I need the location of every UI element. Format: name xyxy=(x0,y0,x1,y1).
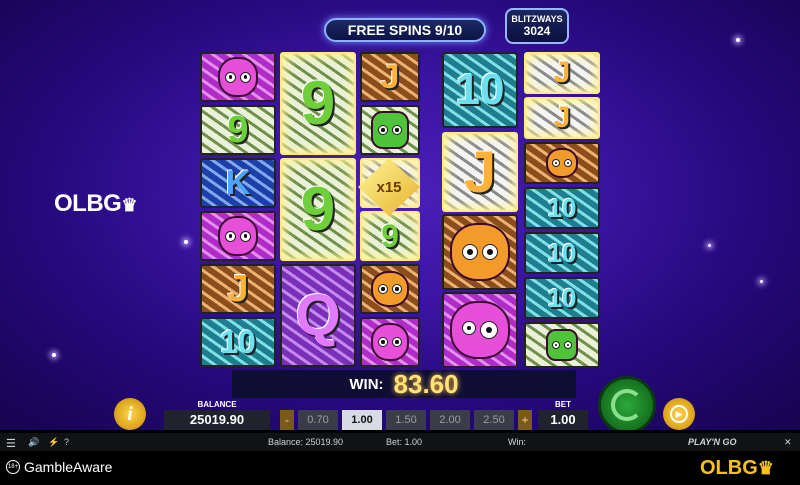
spin-icon xyxy=(611,389,643,421)
sound-icon[interactable]: 🔊 xyxy=(28,437,39,448)
symbol-jack: J xyxy=(524,52,600,94)
turbo-icon[interactable]: ⚡ xyxy=(48,437,59,448)
status-win: Win: xyxy=(508,437,526,447)
symbol-orange-monster xyxy=(524,142,600,184)
symbol-label: 9 xyxy=(300,69,336,138)
crown-icon: ♛ xyxy=(121,195,137,215)
bet-option[interactable]: 1.50 xyxy=(386,410,426,430)
symbol-jack: J xyxy=(524,97,600,139)
bet-increase-button[interactable]: + xyxy=(518,410,532,430)
symbol-label: 10 xyxy=(220,323,256,360)
symbol-orange-monster xyxy=(360,264,420,314)
symbol-orange-monster-large xyxy=(442,214,518,290)
symbol-label: K xyxy=(225,163,251,202)
bet-value: 1.00 xyxy=(538,410,588,430)
menu-icon[interactable]: ☰ xyxy=(6,437,16,450)
symbol-ten: 10 xyxy=(524,277,600,319)
blitzways-label: BLITZWAYS xyxy=(511,14,563,24)
symbol-label: 10 xyxy=(455,65,505,114)
blitzways-value: 3024 xyxy=(523,24,551,38)
win-label: WIN: xyxy=(349,375,384,393)
balance-value: 25019.90 xyxy=(164,410,270,430)
olbg-logo-text: OLBG xyxy=(700,457,758,479)
symbol-ten: 10 xyxy=(524,187,600,229)
bet-decrease-button[interactable]: - xyxy=(280,410,294,430)
star-sparkle xyxy=(184,240,188,244)
symbol-label: 9 xyxy=(300,175,336,244)
symbol-label: 9 xyxy=(227,108,249,151)
win-display: WIN: 83.60 xyxy=(232,368,576,399)
autoplay-button[interactable]: ▶ xyxy=(663,398,695,430)
olbg-logo: OLBG♛ xyxy=(700,457,774,480)
balance-label: BALANCE xyxy=(197,400,237,409)
symbol-pink-monster xyxy=(360,317,420,367)
status-balance: Balance: 25019.90 xyxy=(268,437,344,447)
close-icon[interactable]: ✕ xyxy=(784,437,792,448)
status-bet: Bet: 1.00 xyxy=(386,437,423,447)
symbol-nine: 9 xyxy=(200,105,276,155)
multiplier-value: x15 xyxy=(376,178,402,196)
symbol-label: J xyxy=(227,267,249,310)
symbol-pink-monster-large xyxy=(442,292,518,368)
symbol-label: Q xyxy=(295,283,341,348)
star-sparkle xyxy=(736,38,740,42)
provider-logo: PLAY'N GO xyxy=(688,437,737,447)
free-spins-counter: FREE SPINS 9/10 xyxy=(324,18,486,42)
bet-option[interactable]: 0.70 xyxy=(298,410,338,430)
symbol-nine-large: 9 xyxy=(280,158,356,261)
symbol-queen-large: Q xyxy=(280,264,356,367)
play-icon: ▶ xyxy=(670,405,688,423)
gambleaware-text: GambleAware xyxy=(24,459,113,475)
bet-option[interactable]: 2.50 xyxy=(474,410,514,430)
symbol-ten: 10 xyxy=(200,317,276,367)
symbol-label: 9 xyxy=(381,217,399,254)
symbol-label: J xyxy=(463,139,497,205)
bet-label: BET xyxy=(555,400,571,409)
olbg-watermark: OLBG♛ xyxy=(54,190,137,218)
symbol-label: J xyxy=(553,101,571,134)
bet-option-selected[interactable]: 1.00 xyxy=(342,410,382,430)
gambleaware-logo[interactable]: 18+ GambleAware xyxy=(6,459,112,475)
symbol-king: K xyxy=(200,158,276,208)
symbol-nine-large: 9 xyxy=(280,52,356,155)
symbol-jack-large: J xyxy=(442,132,518,212)
help-icon[interactable]: ? xyxy=(64,437,69,447)
spin-button[interactable] xyxy=(598,376,656,430)
symbol-label: J xyxy=(380,57,400,96)
symbol-ten-large: 10 xyxy=(442,52,518,128)
symbol-jack: J xyxy=(360,52,420,102)
symbol-nine: 9 xyxy=(360,211,420,261)
symbol-label: 10 xyxy=(547,282,577,313)
star-sparkle xyxy=(708,244,711,247)
game-scene: FREE SPINS 9/10 BLITZWAYS 3024 OLBG♛ 9 K… xyxy=(0,0,800,430)
status-bar: ☰ 🔊 ⚡ ? Balance: 25019.90 Bet: 1.00 Win:… xyxy=(0,433,800,451)
symbol-label: 10 xyxy=(547,237,577,268)
symbol-jack: J xyxy=(200,264,276,314)
age-icon: 18+ xyxy=(6,460,20,474)
bet-option[interactable]: 2.00 xyxy=(430,410,470,430)
reel-grid: 9 K J 10 9 9 Q J 9 10 J J J 10 10 10 xyxy=(198,52,604,370)
blitzways-counter: BLITZWAYS 3024 xyxy=(505,8,569,44)
footer: 18+ GambleAware OLBG♛ xyxy=(0,451,800,485)
symbol-green-monster xyxy=(360,105,420,155)
symbol-label: J xyxy=(553,56,571,89)
star-sparkle xyxy=(760,280,763,283)
info-button[interactable]: i xyxy=(114,398,146,430)
symbol-green-monster xyxy=(524,322,600,368)
symbol-label: 10 xyxy=(547,192,577,223)
crown-icon: ♛ xyxy=(757,458,774,478)
win-amount: 83.60 xyxy=(393,368,459,399)
symbol-ten: 10 xyxy=(524,232,600,274)
symbol-pink-monster xyxy=(200,211,276,261)
symbol-pink-monster xyxy=(200,52,276,102)
olbg-text: OLBG xyxy=(54,190,122,217)
star-sparkle xyxy=(52,353,56,357)
